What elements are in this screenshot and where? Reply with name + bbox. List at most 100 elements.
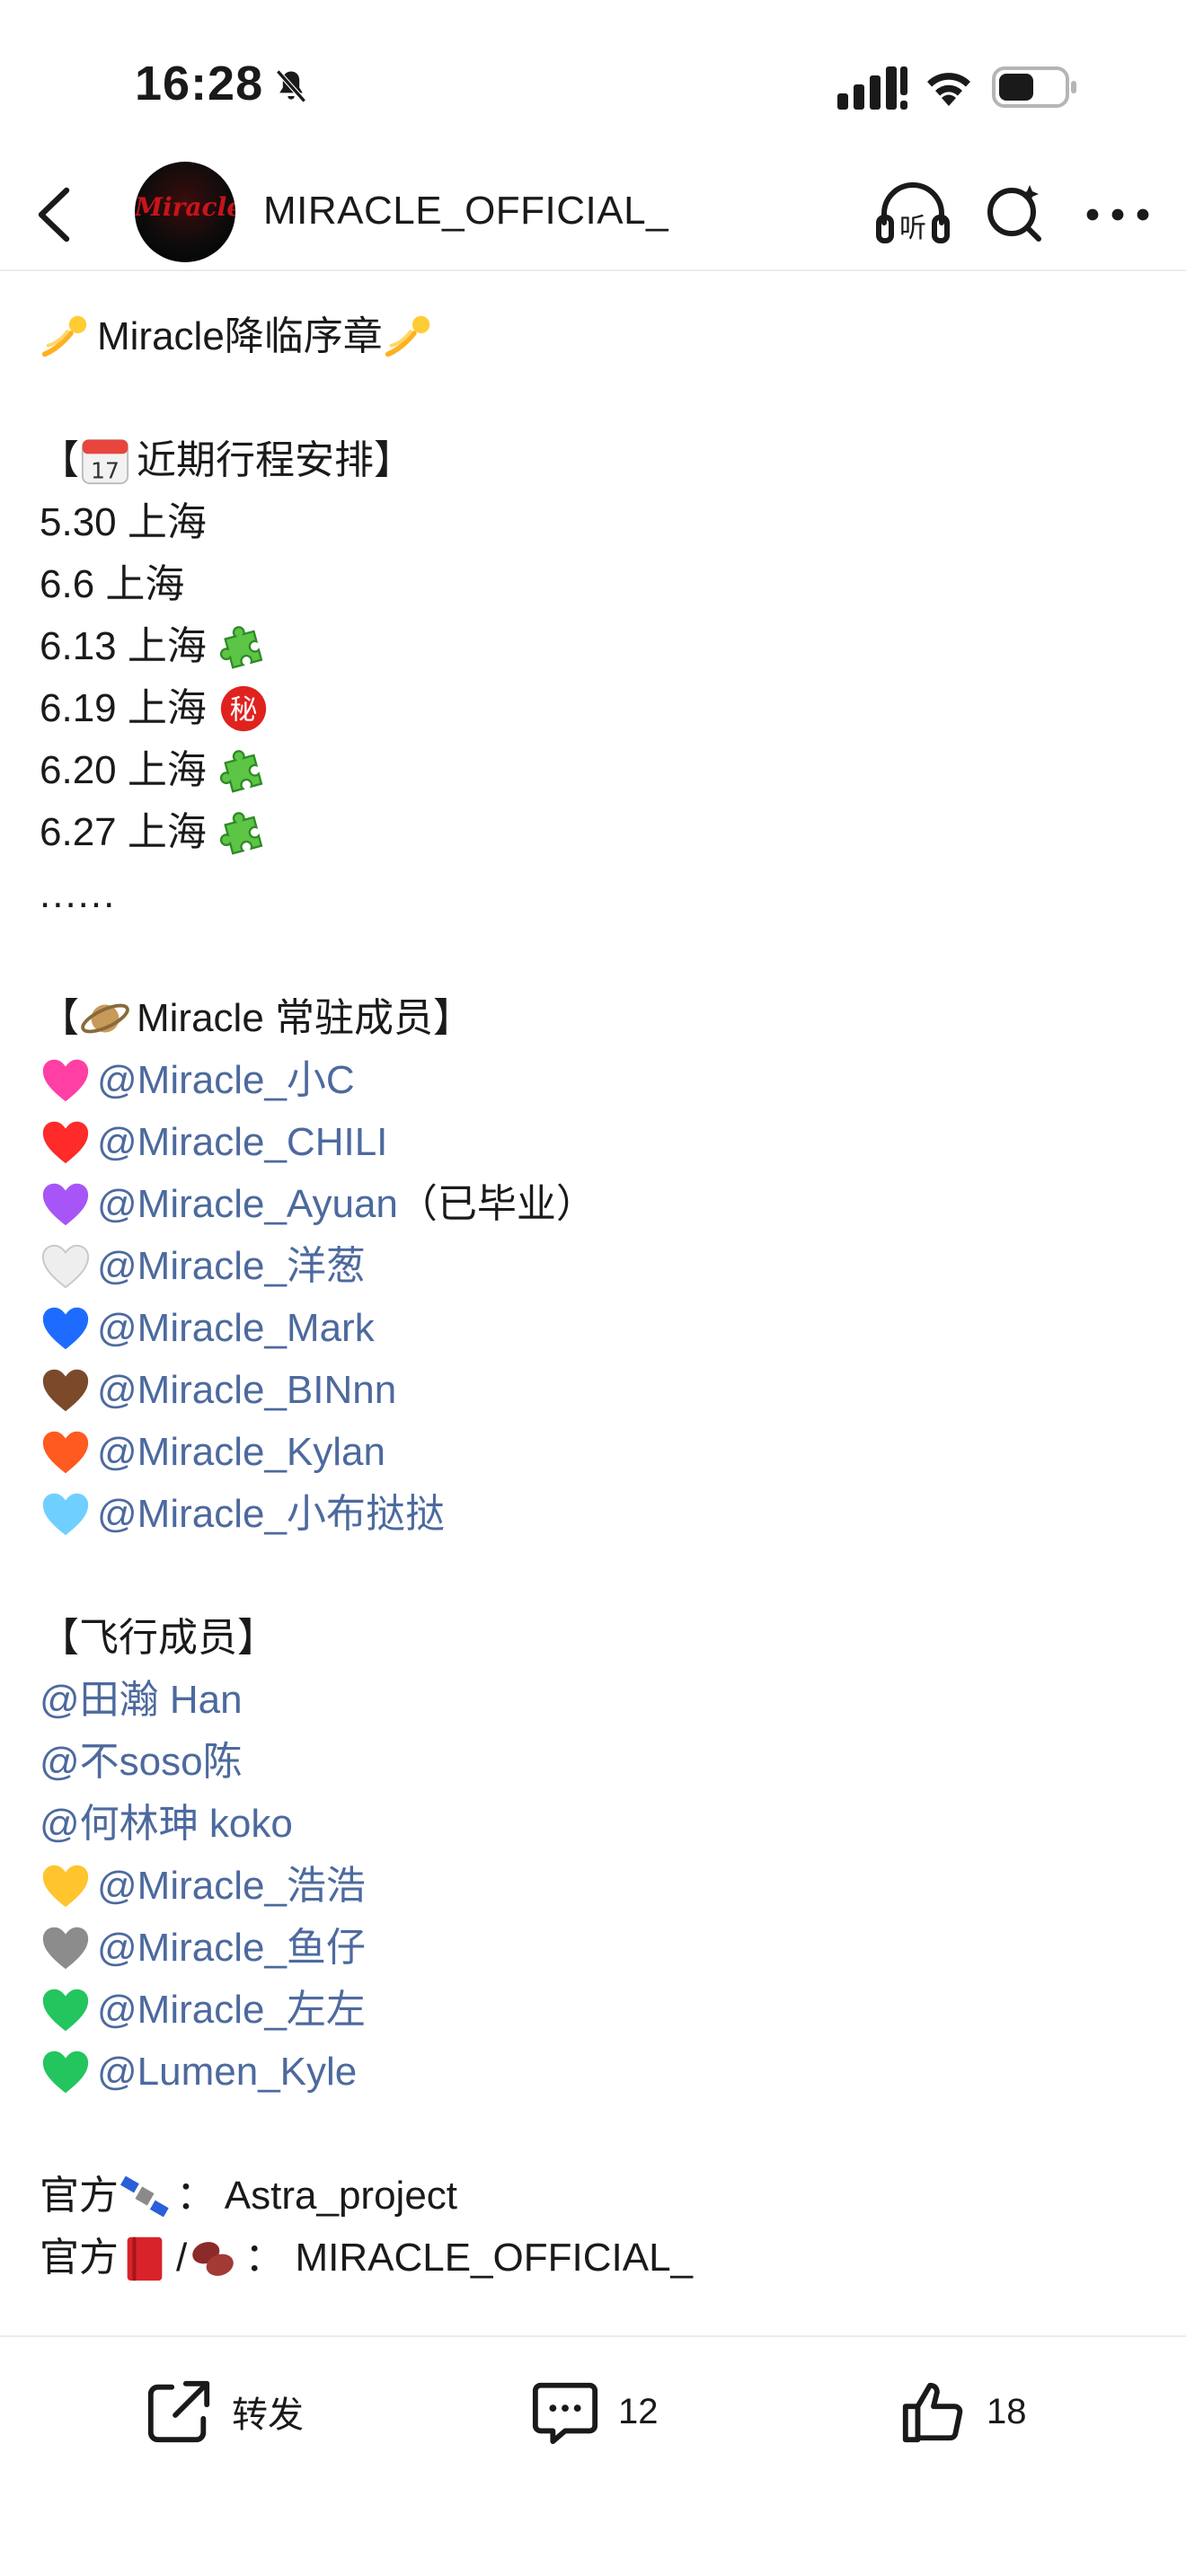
schedule-more: ...... <box>40 872 117 916</box>
member-item: @Miracle_Ayuan （已毕业） <box>40 1173 1154 1235</box>
flying-plain-list: @田瀚 Han @不soso陈 @何林珅 koko <box>40 1669 1154 1855</box>
schedule-date: 6.13 上海 <box>40 624 207 668</box>
secret-badge-icon: 秘 <box>217 683 270 735</box>
member-mention-link[interactable]: @Miracle_小C <box>97 1049 355 1111</box>
schedule-date: 5.30 上海 <box>40 500 207 544</box>
heart-icon <box>40 1240 92 1292</box>
svg-text:秘: 秘 <box>229 693 257 726</box>
dizzy-star-icon <box>383 311 435 363</box>
member-item: @Miracle_Mark <box>40 1297 1154 1359</box>
member-mention-link[interactable]: @Miracle_BINnn <box>97 1359 396 1421</box>
wifi-icon <box>927 73 970 106</box>
search-icon[interactable] <box>983 180 1046 248</box>
member-mention-link[interactable]: @Miracle_CHILI <box>97 1111 387 1173</box>
status-time: 16:28 <box>135 57 264 110</box>
repost-label: 转发 <box>232 2395 304 2435</box>
flying-member-mention-link[interactable]: @Lumen_Kyle <box>97 2041 357 2103</box>
svg-text:17: 17 <box>91 457 119 483</box>
heart-icon <box>40 1054 92 1107</box>
member-item: @Miracle_Kylan <box>40 1421 1154 1483</box>
avatar[interactable]: Miracle <box>135 162 235 262</box>
schedule-item: 6.19 上海秘 <box>40 677 1154 739</box>
schedule-item: 6.6 上海 <box>40 553 1154 615</box>
heart-icon <box>40 2046 92 2098</box>
schedule-heading-line: 【 17 近期行程安排】 <box>40 429 1154 491</box>
comment-button[interactable]: 12 <box>530 2371 659 2452</box>
bell-off-icon <box>276 69 306 103</box>
schedule-item: 6.20 上海 <box>40 739 1154 801</box>
share-icon <box>147 2380 210 2443</box>
like-button[interactable]: 18 <box>898 2371 1027 2452</box>
member-item: @Miracle_BINnn <box>40 1359 1154 1421</box>
more-options-icon[interactable] <box>1084 183 1152 246</box>
member-mention-link[interactable]: @Miracle_Mark <box>97 1297 375 1359</box>
member-mention-link[interactable]: @Miracle_Kylan <box>97 1421 385 1483</box>
member-mention-link[interactable]: @Miracle_Ayuan <box>97 1173 398 1235</box>
schedule-item: 6.13 上海 <box>40 615 1154 677</box>
puzzle-piece-icon <box>217 745 270 797</box>
back-arrow-icon[interactable] <box>27 183 81 246</box>
battery-icon <box>992 66 1076 108</box>
member-mention-link[interactable]: @Miracle_洋葱 <box>97 1235 366 1297</box>
flying-heading: 【飞行成员】 <box>40 1616 277 1660</box>
header-divider <box>0 269 1186 271</box>
schedule-date: 6.19 上海 <box>40 686 207 730</box>
heart-icon <box>40 1860 92 1912</box>
flying-member-item: @Miracle_左左 <box>40 1979 1154 2041</box>
flying-member-mention-link[interactable]: @何林珅 koko <box>40 1793 1154 1855</box>
member-item: @Miracle_洋葱 <box>40 1235 1154 1297</box>
red-book-icon <box>119 2232 171 2284</box>
cellular-signal-icon <box>837 66 907 110</box>
schedule-item: 5.30 上海 <box>40 491 1154 553</box>
schedule-bracket: 【 <box>40 438 79 482</box>
official-line-2: 官方 / ： MIRACLE_OFFICIAL_ <box>40 2227 1154 2289</box>
post-title: Miracle降临序章 <box>97 314 383 358</box>
like-count: 18 <box>987 2391 1027 2431</box>
flying-hearts-list: @Miracle_浩浩 @Miracle_鱼仔 @Miracle_左左 @Lumen_… <box>40 1855 1154 2103</box>
beans-icon <box>187 2232 239 2284</box>
svg-text:听: 听 <box>899 213 926 244</box>
puzzle-piece-icon <box>217 807 270 859</box>
satellite-icon <box>119 2170 171 2222</box>
avatar-logo-text: Miracle <box>135 192 235 222</box>
schedule-item: 6.27 上海 <box>40 801 1154 863</box>
flying-member-mention-link[interactable]: @田瀚 Han <box>40 1669 1154 1731</box>
post-title-line: Miracle降临序章 <box>40 305 1154 367</box>
member-note: （已毕业） <box>397 1182 596 1226</box>
bottom-divider <box>0 2335 1186 2337</box>
flying-member-item: @Miracle_鱼仔 <box>40 1917 1154 1979</box>
members-heading: Miracle 常驻成员】 <box>137 996 474 1040</box>
repost-button[interactable]: 转发 <box>144 2371 304 2452</box>
account-name[interactable]: MIRACLE_OFFICIAL_ <box>263 189 668 234</box>
schedule-date: 6.20 上海 <box>40 748 207 792</box>
flying-member-mention-link[interactable]: @Miracle_鱼仔 <box>97 1917 366 1979</box>
flying-member-mention-link[interactable]: @Miracle_左左 <box>97 1979 366 2041</box>
official-2-value: ： MIRACLE_OFFICIAL_ <box>244 2236 694 2280</box>
member-item: @Miracle_小C <box>40 1049 1154 1111</box>
post-body: Miracle降临序章 【 17 近期行程安排】 5.30 上海 6.6 上海 6.… <box>40 305 1154 2289</box>
member-item: @Miracle_小布挞挞 <box>40 1483 1154 1545</box>
flying-member-mention-link[interactable]: @Miracle_浩浩 <box>97 1855 366 1917</box>
planet-icon <box>79 992 131 1045</box>
schedule-list: 5.30 上海 6.6 上海 6.13 上海 6.19 上海秘 6.20 上海 6.27 … <box>40 491 1154 863</box>
schedule-heading: 近期行程安排】 <box>137 438 413 482</box>
calendar-icon: 17 <box>79 435 131 487</box>
official-line-1: 官方 ： Astra_project <box>40 2165 1154 2227</box>
status-bar: 16:28 <box>0 0 1186 171</box>
heart-icon <box>40 1984 92 2036</box>
heart-icon <box>40 1488 92 1540</box>
member-item: @Miracle_CHILI <box>40 1111 1154 1173</box>
comment-count: 12 <box>618 2391 659 2431</box>
members-list: @Miracle_小C @Miracle_CHILI @Miracle_Ayuan （… <box>40 1049 1154 1545</box>
dizzy-star-icon <box>40 311 92 363</box>
listen-icon[interactable]: 听 <box>875 180 951 248</box>
flying-member-item: @Miracle_浩浩 <box>40 1855 1154 1917</box>
member-mention-link[interactable]: @Miracle_小布挞挞 <box>97 1483 445 1545</box>
schedule-date: 6.27 上海 <box>40 810 207 854</box>
puzzle-piece-icon <box>217 621 270 673</box>
thumbs-up-icon <box>902 2382 963 2443</box>
members-heading-line: 【 Miracle 常驻成员】 <box>40 987 1154 1049</box>
official-1-value: ： Astra_project <box>176 2174 458 2218</box>
heart-icon <box>40 1302 92 1354</box>
flying-member-mention-link[interactable]: @不soso陈 <box>40 1731 1154 1793</box>
